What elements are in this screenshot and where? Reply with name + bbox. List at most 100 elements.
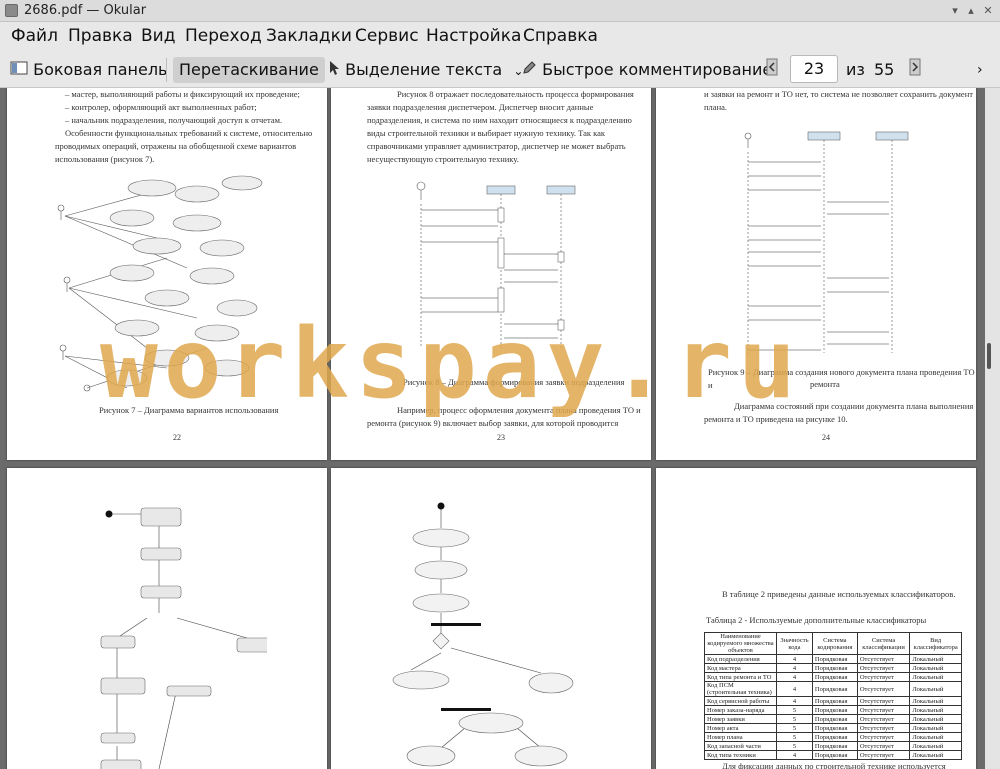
text-line: плана.: [704, 102, 728, 112]
table-cell: Локальный: [909, 681, 962, 697]
table-cell: Отсутствует: [856, 663, 911, 673]
close-icon[interactable]: ✕: [981, 4, 995, 18]
table-cell: Порядковая: [811, 714, 858, 724]
table-cell: Код запасной части: [704, 741, 777, 751]
vertical-scrollbar[interactable]: [985, 88, 1000, 769]
table-title: Таблица 2 - Используемые дополнительные …: [706, 615, 927, 625]
use-case-diagram: [57, 175, 263, 392]
menu-go[interactable]: Переход: [185, 26, 262, 46]
table-row: Код типа ремонта и ТО 4 Порядковая Отсутств…: [704, 672, 962, 682]
table-cell: 5: [776, 723, 813, 733]
table-cell: Отсутствует: [856, 750, 911, 760]
text-line: подразделения, и система по ним находит …: [367, 115, 632, 125]
table-cell: 4: [776, 696, 813, 706]
table-cell: Код типа техники: [704, 750, 777, 760]
next-page-icon[interactable]: [909, 57, 921, 83]
text-line: Рисунок 8 отражает последовательность пр…: [397, 89, 634, 99]
minimize-icon[interactable]: ▾: [948, 4, 962, 18]
sidebar-button[interactable]: Боковая панель: [10, 57, 167, 83]
table-row: Номер плана 5 Порядковая Отсутствует Локальн…: [704, 732, 962, 742]
table-cell: Код мастера: [704, 663, 777, 673]
menu-file[interactable]: Файл: [11, 26, 58, 46]
classifier-table: Наименование кодируемого множества объек…: [704, 632, 962, 760]
menu-edit[interactable]: Правка: [68, 26, 133, 46]
table-cell: 4: [776, 681, 813, 697]
column-header: Вид классификатора: [909, 632, 962, 655]
table-cell: Номер акта: [704, 723, 777, 733]
table-cell: Код подразделения: [704, 654, 777, 664]
table-cell: Локальный: [909, 750, 962, 760]
state-diagram: [392, 502, 574, 767]
document-view[interactable]: – мастер, выполняющий работы и фиксирующ…: [0, 88, 1000, 769]
sidebar-icon: [10, 58, 28, 84]
activity-diagram: [100, 507, 267, 769]
text-line: В таблице 2 приведены данные используемы…: [722, 589, 956, 599]
figure-caption: Рисунок 9 – Диаграмма создания нового до…: [708, 367, 975, 390]
table-cell: 4: [776, 663, 813, 673]
text-line: использования (рисунок 7).: [55, 154, 155, 164]
figure-caption: Рисунок 8 – Диаграмма формирования заявк…: [403, 377, 625, 387]
table-cell: Локальный: [909, 672, 962, 682]
table-cell: Отсутствует: [856, 672, 911, 682]
toolbar-separator: [166, 58, 167, 82]
menu-bookmarks[interactable]: Закладки: [266, 26, 352, 46]
text-line: и заявки на ремонт и ТО нет, то система …: [704, 89, 973, 99]
column-header: Система кодирования: [811, 632, 858, 655]
sequence-diagram: [744, 131, 909, 353]
menu-bar: Файл Правка Вид Переход Закладки Сервис …: [0, 22, 1000, 52]
text-line: заявки подразделения диспетчером. Диспет…: [367, 102, 594, 112]
text-line: Диаграмма состояний при создании докумен…: [734, 401, 974, 411]
table-cell: 4: [776, 672, 813, 682]
app-icon: [5, 4, 18, 17]
table-cell: Отсутствует: [856, 732, 911, 742]
quick-comment-button[interactable]: Быстрое комментирование: [521, 57, 772, 83]
table-cell: Номер заказа-наряда: [704, 705, 777, 715]
cursor-icon: [328, 58, 340, 84]
menu-help[interactable]: Справка: [523, 26, 598, 46]
okular-window: 2686.pdf — Okular ▾ ▴ ✕ Файл Правка Вид …: [0, 0, 1000, 769]
page-number-input[interactable]: 23: [790, 55, 838, 83]
text-line: виды строительной техники и выбирает нуж…: [367, 128, 605, 138]
table-cell: Порядковая: [811, 681, 858, 697]
table-cell: Отсутствует: [856, 741, 911, 751]
menu-view[interactable]: Вид: [141, 26, 175, 46]
table-cell: Код ПСМ (строительная техника): [704, 681, 777, 697]
table-cell: Отсутствует: [856, 723, 911, 733]
pen-icon: [521, 58, 537, 84]
page-number: 24: [822, 433, 830, 442]
table-cell: 5: [776, 732, 813, 742]
table-cell: Локальный: [909, 732, 962, 742]
maximize-icon[interactable]: ▴: [964, 4, 978, 18]
table-row: Код запасной части 5 Порядковая Отсутствует…: [704, 741, 962, 751]
table-cell: Порядковая: [811, 750, 858, 760]
text-line: несуществующую строительную технику.: [367, 154, 519, 164]
table-cell: Порядковая: [811, 723, 858, 733]
menu-tools[interactable]: Сервис: [355, 26, 419, 46]
column-header: Система классификации: [856, 632, 911, 655]
page-25: [7, 468, 327, 769]
table-cell: 5: [776, 741, 813, 751]
window-title: 2686.pdf — Okular: [24, 3, 147, 18]
table-cell: Отсутствует: [856, 696, 911, 706]
drag-mode-button[interactable]: Перетаскивание: [173, 57, 325, 83]
text-select-button[interactable]: Выделение текста ⌄: [328, 57, 523, 83]
classifier-table-body: Код подразделения 4 Порядковая Отсутствует Л…: [704, 654, 962, 760]
table-cell: 5: [776, 714, 813, 724]
table-cell: Номер плана: [704, 732, 777, 742]
table-row: Код мастера 4 Порядковая Отсутствует Локальн…: [704, 663, 962, 673]
table-cell: Локальный: [909, 654, 962, 664]
figure-caption: Рисунок 7 – Диаграмма вариантов использо…: [99, 405, 279, 415]
page-number: 23: [497, 433, 505, 442]
table-row: Номер заявки 5 Порядковая Отсутствует Локаль…: [704, 714, 962, 724]
table-cell: Порядковая: [811, 654, 858, 664]
table-cell: 5: [776, 705, 813, 715]
toolbar-overflow-icon[interactable]: ›: [977, 57, 983, 83]
scrollbar-thumb[interactable]: [987, 343, 991, 369]
text-line: ремонта и ТО приведена на рисунке 10.: [704, 414, 848, 424]
text-line: справочниками управляет администратор, д…: [367, 141, 626, 151]
previous-page-icon[interactable]: [766, 57, 778, 83]
menu-settings[interactable]: Настройка: [426, 26, 521, 46]
text-line: Например, процесс оформления документа п…: [397, 405, 641, 415]
table-cell: 4: [776, 654, 813, 664]
text-line: проводимых операций, отражены на обобщен…: [55, 141, 297, 151]
